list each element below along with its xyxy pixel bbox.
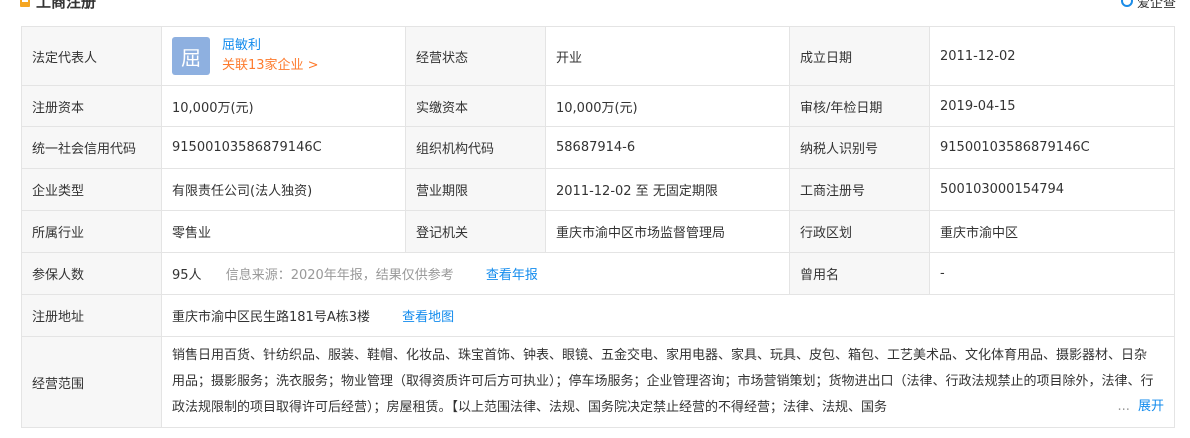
biz-term-label: 营业期限 xyxy=(405,168,546,211)
former-name-label: 曾用名 xyxy=(789,252,930,295)
reg-capital-label: 注册资本 xyxy=(21,85,162,127)
org-code-label: 组织机构代码 xyxy=(405,126,546,169)
address-label: 注册地址 xyxy=(21,294,162,337)
table-row: 经营范围 销售日用百货、针纺织品、服装、鞋帽、化妆品、珠宝首饰、钟表、眼镜、五金… xyxy=(21,336,1175,428)
insured-label: 参保人数 xyxy=(21,252,162,295)
scope-cell: 销售日用百货、针纺织品、服装、鞋帽、化妆品、珠宝首饰、钟表、眼镜、五金交电、家用… xyxy=(161,336,1175,428)
audit-date-label: 审核/年检日期 xyxy=(789,85,930,127)
taxpayer-id-label: 纳税人识别号 xyxy=(789,126,930,169)
company-type-value: 有限责任公司(法人独资) xyxy=(161,168,406,211)
address-cell: 重庆市渝中区民生路181号A栋3楼 查看地图 xyxy=(161,294,1175,337)
insured-cell: 95人 信息来源：2020年年报，结果仅供参考 查看年报 xyxy=(161,252,790,295)
credit-code-label: 统一社会信用代码 xyxy=(21,126,162,169)
table-row: 企业类型 有限责任公司(法人独资) 营业期限 2011-12-02 至 无固定期… xyxy=(21,168,1175,211)
expand-button[interactable]: 展开 xyxy=(1138,399,1164,414)
section-header: 工商注册 xyxy=(20,0,96,11)
biz-term-value: 2011-12-02 至 无固定期限 xyxy=(545,168,790,211)
scope-value: 销售日用百货、针纺织品、服装、鞋帽、化妆品、珠宝首饰、钟表、眼镜、五金交电、家用… xyxy=(172,348,1154,415)
taxpayer-id-value: 91500103586879146C xyxy=(929,126,1175,169)
table-row: 所属行业 零售业 登记机关 重庆市渝中区市场监督管理局 行政区划 重庆市渝中区 xyxy=(21,210,1175,253)
aiqicha-logo-icon xyxy=(1120,0,1133,7)
aiqicha-link-label: 爱企查 xyxy=(1136,0,1176,11)
table-row: 法定代表人 屈 屈敏利 关联13家企业 > 经营状态 开业 成立日期 2011-… xyxy=(21,26,1175,86)
scope-ellipsis: ... xyxy=(1117,399,1130,414)
view-annual-report-link[interactable]: 查看年报 xyxy=(486,268,538,283)
industry-value: 零售业 xyxy=(161,210,406,253)
org-code-value: 58687914-6 xyxy=(545,126,790,169)
paid-capital-value: 10,000万(元) xyxy=(545,85,790,127)
legal-rep-name-link[interactable]: 屈敏利 xyxy=(222,36,319,56)
view-map-link[interactable]: 查看地图 xyxy=(402,310,454,325)
audit-date-value: 2019-04-15 xyxy=(929,85,1175,127)
table-row: 注册地址 重庆市渝中区民生路181号A栋3楼 查看地图 xyxy=(21,294,1175,337)
found-date-value: 2011-12-02 xyxy=(929,26,1175,86)
paid-capital-label: 实缴资本 xyxy=(405,85,546,127)
table-row: 注册资本 10,000万(元) 实缴资本 10,000万(元) 审核/年检日期 … xyxy=(21,85,1175,127)
district-label: 行政区划 xyxy=(789,210,930,253)
table-row: 统一社会信用代码 91500103586879146C 组织机构代码 58687… xyxy=(21,126,1175,169)
reg-authority-label: 登记机关 xyxy=(405,210,546,253)
reg-number-value: 500103000154794 xyxy=(929,168,1175,211)
aiqicha-link[interactable]: 爱企查 xyxy=(1120,0,1176,11)
reg-number-label: 工商注册号 xyxy=(789,168,930,211)
former-name-value: - xyxy=(929,252,1175,295)
insured-value: 95人 xyxy=(172,268,202,283)
credit-code-value: 91500103586879146C xyxy=(161,126,406,169)
business-registration-table: 法定代表人 屈 屈敏利 关联13家企业 > 经营状态 开业 成立日期 2011-… xyxy=(21,26,1175,428)
reg-capital-value: 10,000万(元) xyxy=(161,85,406,127)
section-title: 工商注册 xyxy=(36,0,97,11)
legal-rep-cell: 屈 屈敏利 关联13家企业 > xyxy=(161,26,406,86)
district-value: 重庆市渝中区 xyxy=(929,210,1175,253)
address-value: 重庆市渝中区民生路181号A栋3楼 xyxy=(172,310,370,325)
scope-label: 经营范围 xyxy=(21,336,162,428)
company-type-label: 企业类型 xyxy=(21,168,162,211)
related-companies-link[interactable]: 关联13家企业 > xyxy=(222,56,319,76)
industry-label: 所属行业 xyxy=(21,210,162,253)
insured-hint: 信息来源：2020年年报，结果仅供参考 xyxy=(225,268,454,283)
reg-authority-value: 重庆市渝中区市场监督管理局 xyxy=(545,210,790,253)
avatar[interactable]: 屈 xyxy=(172,37,210,75)
scope-expand: ... 展开 xyxy=(1111,394,1164,420)
status-value: 开业 xyxy=(545,26,790,86)
document-icon xyxy=(20,0,30,7)
legal-rep-label: 法定代表人 xyxy=(21,26,162,86)
table-row: 参保人数 95人 信息来源：2020年年报，结果仅供参考 查看年报 曾用名 - xyxy=(21,252,1175,295)
found-date-label: 成立日期 xyxy=(789,26,930,86)
status-label: 经营状态 xyxy=(405,26,546,86)
